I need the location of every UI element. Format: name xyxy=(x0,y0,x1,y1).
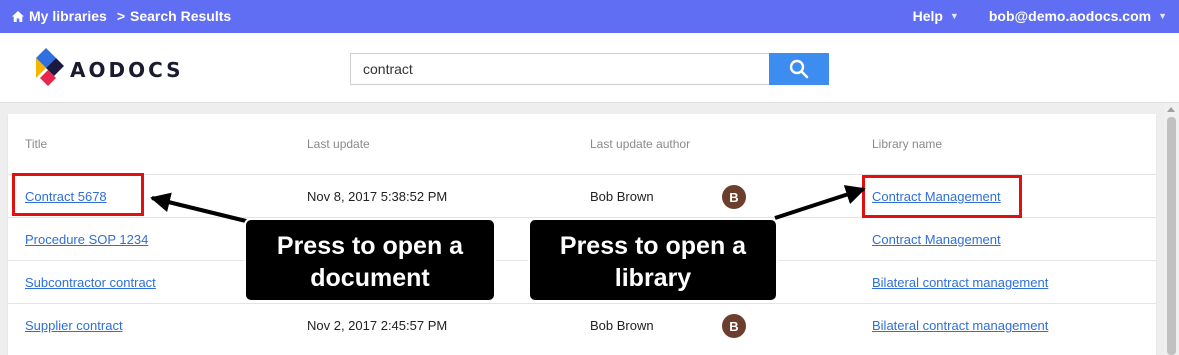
column-header-title[interactable]: Title xyxy=(25,137,47,151)
column-header-library[interactable]: Library name xyxy=(872,137,942,151)
aodocs-logo-icon xyxy=(36,48,64,86)
highlight-library-name xyxy=(862,175,1022,218)
breadcrumb-search-results: Search Results xyxy=(130,8,232,24)
library-link[interactable]: Bilateral contract management xyxy=(872,275,1048,290)
column-header-last-update[interactable]: Last update xyxy=(307,137,370,151)
table-row: Supplier contract Nov 2, 2017 2:45:57 PM… xyxy=(8,303,1156,346)
document-title-link[interactable]: Procedure SOP 1234 xyxy=(25,232,148,247)
chevron-down-icon: ▼ xyxy=(1158,11,1167,21)
library-link[interactable]: Bilateral contract management xyxy=(872,318,1048,333)
scroll-up-arrow-icon[interactable] xyxy=(1167,107,1175,112)
last-update: Nov 8, 2017 5:38:52 PM xyxy=(307,189,448,204)
avatar: B xyxy=(722,185,746,209)
help-label: Help xyxy=(912,8,943,24)
avatar: B xyxy=(722,314,746,338)
scrollbar-thumb[interactable] xyxy=(1167,117,1176,355)
search-icon xyxy=(789,59,809,79)
last-update: Nov 2, 2017 2:45:57 PM xyxy=(307,318,448,333)
user-menu[interactable]: bob@demo.aodocs.com ▼ xyxy=(989,8,1167,24)
top-bar: My libraries > Search Results Help ▼ bob… xyxy=(0,0,1179,33)
breadcrumb-my-libraries[interactable]: My libraries xyxy=(29,8,107,24)
breadcrumb: My libraries > Search Results xyxy=(12,8,231,24)
search-bar xyxy=(350,53,830,85)
document-title-link[interactable]: Subcontractor contract xyxy=(25,275,156,290)
callout-open-document: Press to open a document xyxy=(244,218,496,302)
author-name: Bob Brown xyxy=(590,318,654,333)
vertical-scrollbar[interactable] xyxy=(1164,103,1179,355)
search-button[interactable] xyxy=(769,53,829,85)
user-email: bob@demo.aodocs.com xyxy=(988,8,1152,24)
callout-open-library: Press to open a library xyxy=(528,218,778,302)
logo-wordmark: AODOCS xyxy=(70,58,184,82)
callout-line: Press to open a xyxy=(559,232,747,260)
help-menu[interactable]: Help ▼ xyxy=(913,8,959,24)
home-icon[interactable] xyxy=(12,10,24,22)
chevron-down-icon: ▼ xyxy=(949,11,959,21)
document-title-link[interactable]: Supplier contract xyxy=(25,318,123,333)
search-input[interactable] xyxy=(350,53,769,85)
column-header-author[interactable]: Last update author xyxy=(590,137,690,151)
header: AODOCS xyxy=(0,33,1179,103)
highlight-document-title xyxy=(12,173,144,216)
callout-line: library xyxy=(614,264,692,292)
library-link[interactable]: Contract Management xyxy=(872,232,1001,247)
author-name: Bob Brown xyxy=(590,189,654,204)
callout-line: Press to open a xyxy=(276,232,464,260)
aodocs-logo[interactable]: AODOCS xyxy=(32,46,184,94)
breadcrumb-separator: > xyxy=(116,8,126,24)
callout-line: document xyxy=(310,264,430,292)
